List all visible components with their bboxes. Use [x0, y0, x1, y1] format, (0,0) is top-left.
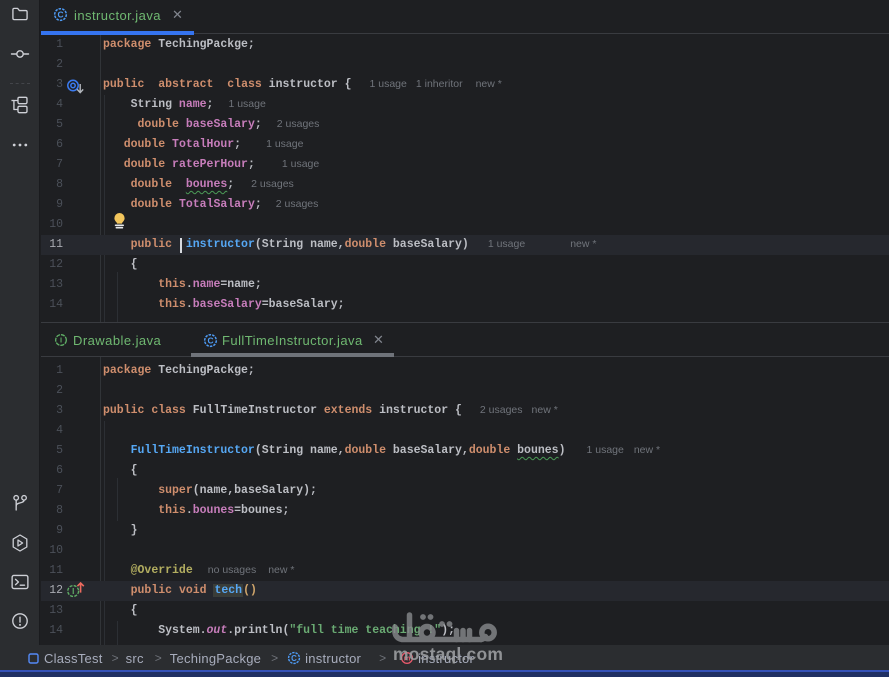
- svg-text:C: C: [291, 654, 297, 663]
- svg-text:C: C: [207, 336, 213, 346]
- svg-text:C: C: [57, 10, 63, 20]
- svg-text:I: I: [60, 336, 62, 345]
- svg-text:I: I: [72, 587, 74, 596]
